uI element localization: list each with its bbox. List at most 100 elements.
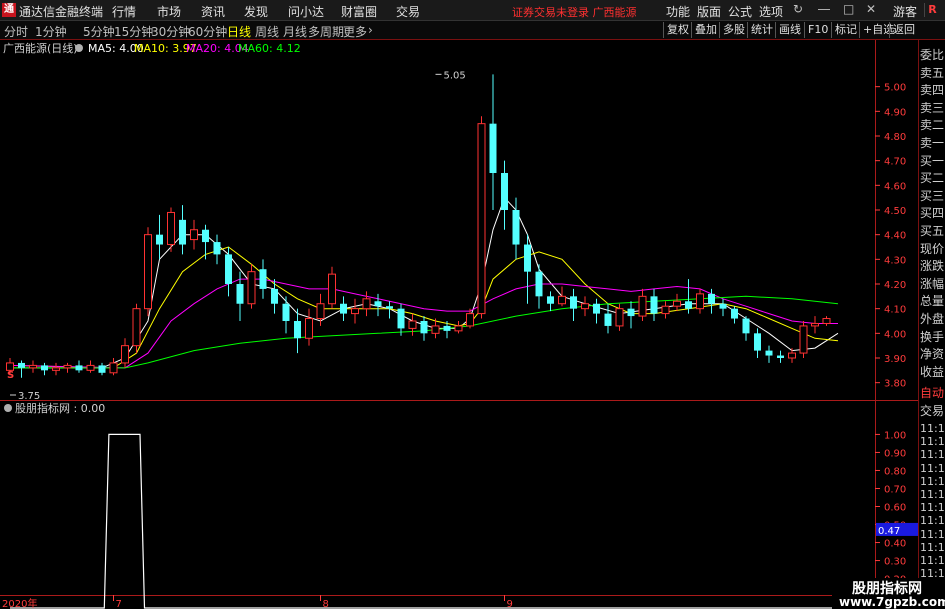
menu-item-wealth[interactable]: 财富圈 — [341, 3, 377, 20]
multi-stock-button[interactable]: 多股 — [719, 22, 748, 38]
f10-button[interactable]: F10 — [804, 22, 831, 38]
candle-body — [98, 365, 106, 373]
adjust-rights-button[interactable]: 复权 — [663, 22, 692, 38]
user-guest[interactable]: 游客 — [893, 3, 917, 20]
candle-body — [202, 229, 209, 243]
tab-timeshare[interactable]: 分时 — [4, 23, 28, 40]
price-tick-label: 5.00 — [884, 83, 906, 94]
tab-more[interactable]: 更多 — [343, 23, 367, 40]
trading-login-notice[interactable]: 证券交易未登录 广西能源 — [512, 4, 637, 20]
auto-trade-label: 自动 — [920, 386, 945, 400]
price-tick-label: 4.70 — [884, 157, 906, 168]
chevron-right-icon[interactable]: › — [368, 23, 373, 37]
candle-body — [788, 352, 796, 359]
price-tick-label: 4.50 — [884, 206, 906, 217]
trade-time: 11:11 — [920, 554, 945, 567]
quote-field-label: 买二 — [920, 171, 945, 186]
main-pane-header: 广西能源(日线) MA5: 4.00 MA10: 3.97 MA20: 4.04… — [3, 41, 301, 55]
minimize-icon[interactable]: ― — [818, 2, 830, 16]
menu-item-trade[interactable]: 交易 — [396, 3, 420, 20]
indicator-title[interactable]: 股朋指标网 : 0.00 — [15, 401, 105, 415]
indicator-settings-icon[interactable] — [4, 404, 12, 412]
tab-1min[interactable]: 1分钟 — [35, 23, 67, 40]
tab-multi-period[interactable]: 多周期 — [308, 23, 344, 40]
date-tick-label: 2020年 — [2, 597, 37, 609]
candle-body — [225, 254, 232, 284]
candle-body — [512, 210, 520, 245]
tab-weekly[interactable]: 周线 — [255, 23, 279, 40]
tab-5min[interactable]: 5分钟 — [83, 23, 115, 40]
trade-time: 11:11 — [920, 501, 945, 515]
chart-area: 广西能源(日线) MA5: 4.00 MA10: 3.97 MA20: 4.04… — [0, 40, 945, 609]
candle-body — [719, 303, 727, 309]
quote-field-label: 外盘 — [920, 312, 945, 326]
candle-body — [558, 295, 566, 305]
candle-body — [132, 308, 141, 347]
quote-field-label: 总量 — [920, 294, 945, 309]
annotation-label: 5.05 — [444, 70, 466, 81]
quote-field-label: 卖三 — [920, 100, 945, 115]
menu-item-discover[interactable]: 发现 — [244, 3, 268, 20]
candle-body — [431, 325, 440, 334]
candle-body — [316, 303, 325, 320]
candle-body — [29, 364, 37, 369]
restore-icon[interactable]: □ — [843, 2, 854, 16]
trade-time: 11:11 — [920, 527, 945, 541]
statistics-button[interactable]: 统计 — [747, 22, 776, 38]
candle-body — [63, 364, 72, 369]
candle-body — [696, 293, 704, 310]
app-title: 通达信金融终端 — [19, 5, 104, 19]
watermark: 股朋指标网 www.7gpzb.com — [832, 578, 945, 609]
price-tick-label: 4.10 — [884, 305, 906, 316]
mark-button[interactable]: 标记 — [831, 22, 860, 38]
tab-60min[interactable]: 60分钟 — [188, 23, 227, 40]
stock-title[interactable]: 广西能源(日线) — [3, 41, 78, 55]
quote-field-label: 涨跌 — [920, 259, 945, 274]
quote-field-label: 委比 — [920, 48, 945, 62]
candle-body — [236, 284, 244, 304]
auto-trade-label: 交易 — [920, 403, 945, 418]
candle-body — [294, 321, 301, 339]
signal-marker-icon: S — [7, 370, 14, 381]
menu-bar: 通 通达信金融终端 行情 市场 资讯 发现 问小达 财富圈 交易 证券交易未登录… — [0, 0, 945, 21]
refresh-icon[interactable]: ↻ — [793, 2, 803, 16]
back-button[interactable]: 返回 — [889, 22, 918, 38]
quote-field-label: 收益 — [920, 364, 945, 379]
quote-field-label: 买五 — [920, 224, 945, 238]
menu-item-options[interactable]: 选项 — [759, 3, 783, 20]
candle-body — [489, 123, 497, 173]
candle-body — [328, 273, 336, 305]
menu-item-layout[interactable]: 版面 — [697, 3, 721, 20]
overlay-button[interactable]: 叠加 — [691, 22, 720, 38]
candle-body — [765, 350, 773, 356]
menu-item-ask[interactable]: 问小达 — [288, 3, 324, 20]
candle-body — [75, 365, 83, 371]
price-tick-label: 4.40 — [884, 231, 906, 242]
close-icon[interactable]: ✕ — [866, 2, 876, 16]
date-tick-label: 7 — [116, 599, 122, 609]
menu-item-formula[interactable]: 公式 — [728, 3, 752, 20]
trade-time: 11:10 — [920, 435, 945, 449]
candle-body — [754, 333, 761, 351]
candle-body — [627, 308, 635, 317]
tab-daily[interactable]: 日线 — [227, 23, 251, 40]
charts-svg[interactable]: 广西能源(日线) MA5: 4.00 MA10: 3.97 MA20: 4.04… — [0, 40, 918, 609]
menu-item-function[interactable]: 功能 — [666, 3, 690, 20]
candle-body — [811, 322, 819, 327]
candle-body — [685, 301, 692, 309]
candle-body — [167, 211, 175, 246]
menu-item-market[interactable]: 市场 — [157, 3, 181, 20]
price-tick-label: 4.20 — [884, 280, 906, 291]
candle-body — [570, 296, 577, 309]
candle-body — [144, 234, 152, 310]
menu-item-quotes[interactable]: 行情 — [112, 3, 136, 20]
tab-30min[interactable]: 30分钟 — [151, 23, 190, 40]
candle-body — [822, 318, 831, 324]
tab-monthly[interactable]: 月线 — [283, 23, 307, 40]
menu-item-news[interactable]: 资讯 — [201, 3, 225, 20]
trade-time: 11:11 — [920, 461, 945, 475]
draw-line-button[interactable]: 画线 — [775, 22, 804, 38]
indicator-settings-icon[interactable] — [75, 44, 83, 52]
price-tick-label: 4.30 — [884, 255, 906, 266]
tab-15min[interactable]: 15分钟 — [114, 23, 153, 40]
